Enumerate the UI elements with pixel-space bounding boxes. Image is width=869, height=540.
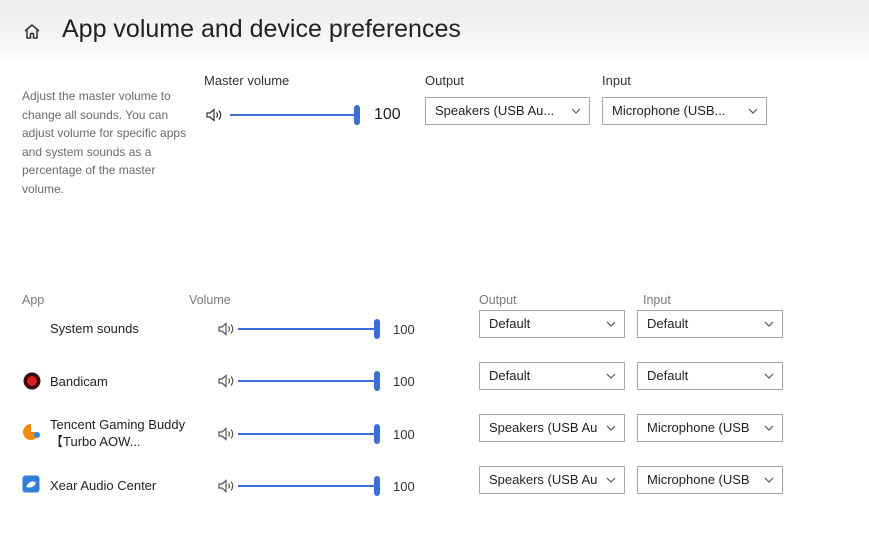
master-output-dropdown[interactable]: Speakers (USB Au... (425, 97, 590, 125)
page-header: App volume and device preferences (0, 0, 869, 64)
master-volume-thumb[interactable] (354, 105, 360, 125)
xear-output-dropdown[interactable]: Speakers (USB Au (479, 466, 625, 494)
chevron-down-icon (606, 373, 616, 379)
tencent-input-dropdown[interactable]: Microphone (USB (637, 414, 783, 442)
master-description: Adjust the master volume to change all s… (22, 89, 187, 196)
chevron-down-icon (764, 425, 774, 431)
tencent-volume-value: 100 (393, 427, 415, 442)
tencent-volume-thumb[interactable] (374, 424, 380, 444)
app-name-xear-audio-center: Xear Audio Center (50, 478, 157, 493)
page-title: App volume and device preferences (62, 15, 461, 43)
app-name-bandicam: Bandicam (50, 374, 108, 389)
tencent-gaming-buddy-icon (23, 424, 40, 440)
master-input-dropdown[interactable]: Microphone (USB... (602, 97, 767, 125)
speaker-icon[interactable] (218, 322, 236, 336)
bandicam-volume-thumb[interactable] (374, 371, 380, 391)
bandicam-volume-value: 100 (393, 374, 415, 389)
system-sounds-volume-track[interactable] (238, 328, 376, 330)
xear-volume-thumb[interactable] (374, 476, 380, 496)
app-name-system-sounds: System sounds (50, 321, 139, 336)
master-output-label: Output (425, 73, 465, 88)
speaker-icon[interactable] (218, 427, 236, 441)
chevron-down-icon (606, 425, 616, 431)
bandicam-volume-track[interactable] (238, 380, 376, 382)
system-sounds-volume-value: 100 (393, 322, 415, 337)
speaker-icon[interactable] (206, 108, 224, 122)
apps-column-input: Input (643, 293, 671, 307)
home-icon[interactable] (22, 22, 42, 42)
master-volume-label: Master volume (204, 73, 290, 88)
system-sounds-volume-thumb[interactable] (374, 319, 380, 339)
xear-volume-track[interactable] (238, 485, 376, 487)
tencent-output-dropdown[interactable]: Speakers (USB Au (479, 414, 625, 442)
system-sounds-output-value: Default (489, 316, 531, 331)
apps-column-output: Output (479, 293, 517, 307)
chevron-down-icon (764, 373, 774, 379)
chevron-down-icon (606, 477, 616, 483)
tencent-input-value: Microphone (USB (647, 420, 750, 435)
apps-column-app: App (22, 293, 45, 307)
master-volume-track[interactable] (230, 114, 356, 116)
system-sounds-output-dropdown[interactable]: Default (479, 310, 625, 338)
app-name-tencent-gaming-buddy: Tencent Gaming Buddy【Turbo AOW... (50, 417, 186, 449)
bandicam-output-value: Default (489, 368, 531, 383)
master-input-label: Input (602, 73, 631, 88)
bandicam-input-value: Default (647, 368, 689, 383)
chevron-down-icon (764, 321, 774, 327)
bandicam-input-dropdown[interactable]: Default (637, 362, 783, 390)
system-sounds-input-value: Default (647, 316, 689, 331)
apps-column-volume: Volume (189, 293, 231, 307)
tencent-output-value: Speakers (USB Au (489, 420, 598, 435)
xear-input-value: Microphone (USB (647, 472, 750, 487)
master-input-value: Microphone (USB... (612, 103, 726, 118)
system-sounds-input-dropdown[interactable]: Default (637, 310, 783, 338)
chevron-down-icon (606, 321, 616, 327)
bandicam-icon (23, 372, 41, 390)
tencent-volume-track[interactable] (238, 433, 376, 435)
bandicam-output-dropdown[interactable]: Default (479, 362, 625, 390)
master-volume-value: 100 (374, 106, 401, 123)
speaker-icon[interactable] (218, 374, 236, 388)
xear-volume-value: 100 (393, 479, 415, 494)
xear-audio-icon (22, 475, 40, 493)
speaker-icon[interactable] (218, 479, 236, 493)
xear-input-dropdown[interactable]: Microphone (USB (637, 466, 783, 494)
xear-output-value: Speakers (USB Au (489, 472, 598, 487)
chevron-down-icon (748, 108, 758, 114)
chevron-down-icon (571, 108, 581, 114)
chevron-down-icon (764, 477, 774, 483)
master-output-value: Speakers (USB Au... (435, 103, 555, 118)
